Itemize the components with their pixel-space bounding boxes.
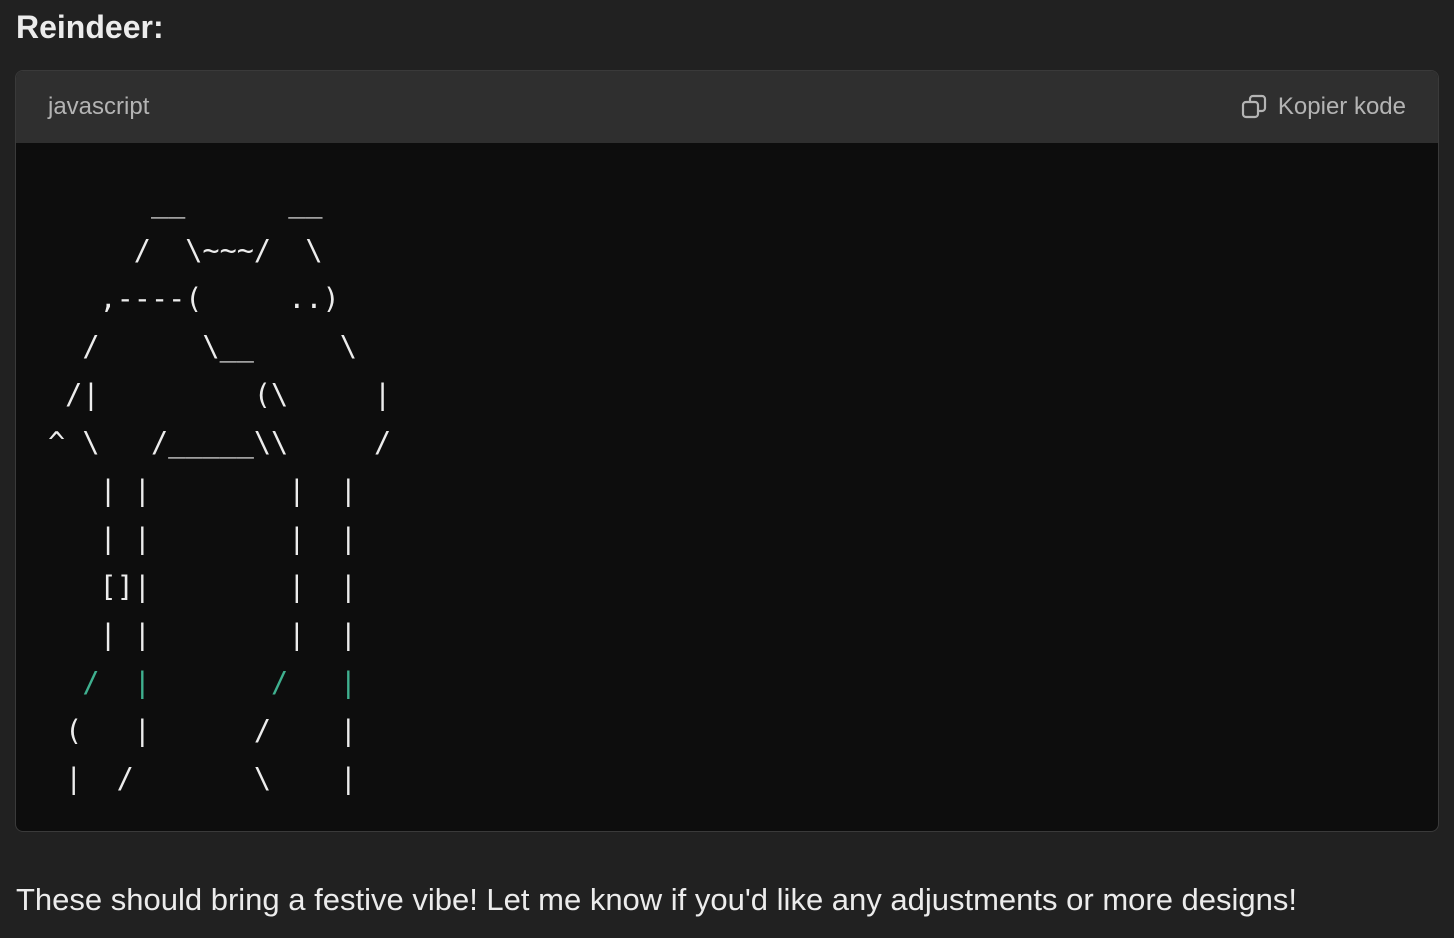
code-line: | | | | bbox=[48, 522, 357, 555]
code-block-header: javascript Kopier kode bbox=[16, 71, 1438, 143]
code-content: __ __ / \~~~/ \ ,----( ..) / \__ \ /| (\… bbox=[16, 143, 1438, 803]
message-text: These should bring a festive vibe! Let m… bbox=[16, 882, 1298, 917]
code-line: | | | | bbox=[48, 474, 357, 507]
copy-code-button[interactable]: Kopier kode bbox=[1240, 93, 1406, 121]
copy-code-label: Kopier kode bbox=[1277, 93, 1406, 120]
code-line: __ __ bbox=[48, 186, 323, 219]
copy-icon bbox=[1241, 94, 1267, 119]
code-line-highlighted-text: / | / | bbox=[48, 666, 357, 699]
code-line: / \__ \ bbox=[48, 330, 357, 363]
code-line-highlighted: / | / | bbox=[48, 659, 1438, 707]
code-line: ( | / | bbox=[48, 714, 357, 747]
code-language-label: javascript bbox=[48, 93, 150, 120]
code-block: javascript Kopier kode __ __ / \~~~/ \ ,… bbox=[15, 70, 1439, 832]
code-line: []| | | bbox=[48, 570, 357, 603]
section-heading: Reindeer: bbox=[16, 9, 164, 45]
code-line: /| (\ | bbox=[48, 378, 392, 411]
code-line: ^ \ /_____\\ / bbox=[48, 426, 392, 459]
code-line: ,----( ..) bbox=[48, 282, 340, 315]
code-line: / \~~~/ \ bbox=[48, 234, 323, 267]
code-line: | / \ | bbox=[48, 762, 357, 795]
code-line: | | | | bbox=[48, 618, 357, 651]
